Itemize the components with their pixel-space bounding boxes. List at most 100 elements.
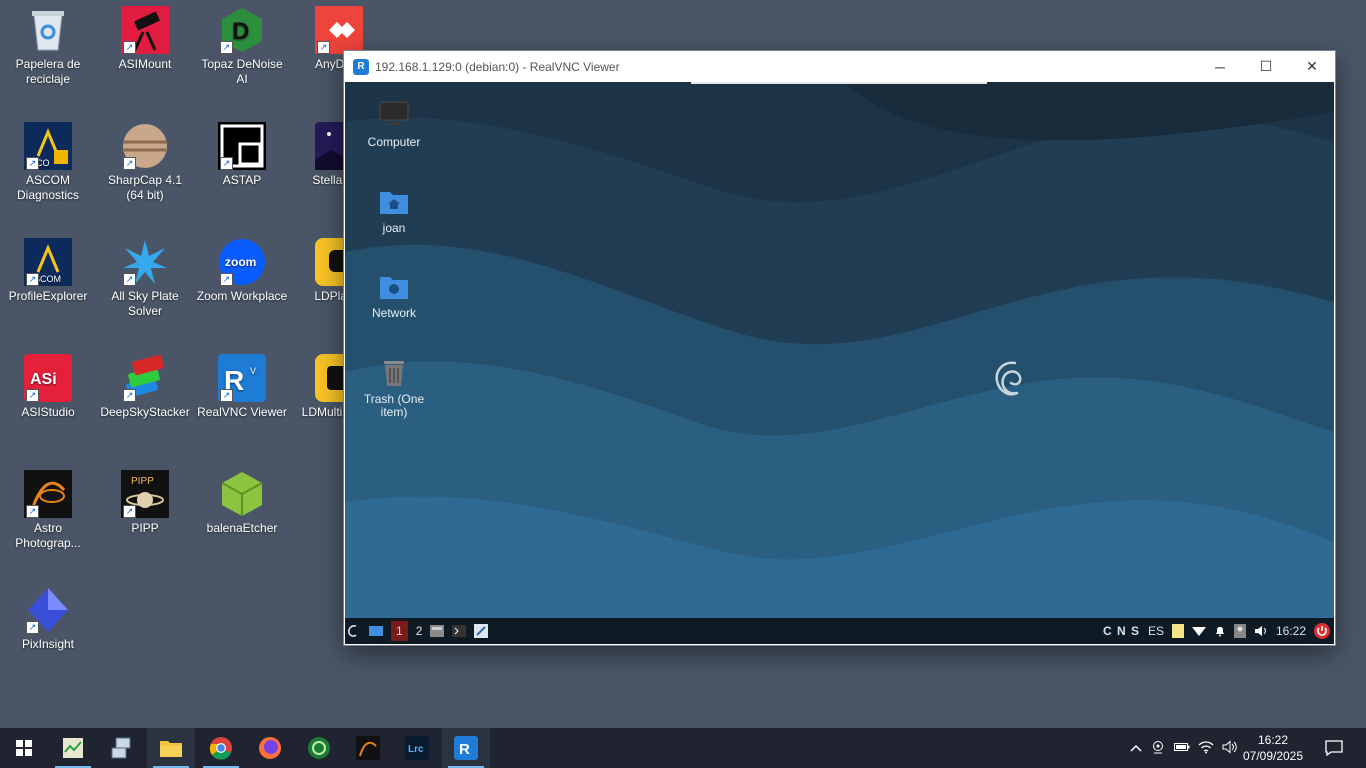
minimize-button[interactable]: ─ xyxy=(1197,51,1243,82)
ascom-diagnostics-icon: SCO ↗ xyxy=(24,122,72,170)
notification-bell-icon[interactable] xyxy=(1214,625,1226,637)
taskbar-chrome[interactable] xyxy=(197,728,245,768)
svg-text:PIPP: PIPP xyxy=(131,476,154,487)
windows-taskbar: Lrc R 16:22 07/09/2025 xyxy=(0,728,1366,768)
desktop-icon-zoom[interactable]: zoom ↗ Zoom Workplace xyxy=(194,238,290,304)
svg-text:D: D xyxy=(232,18,249,45)
svg-text:zoom: zoom xyxy=(225,255,256,269)
windows-logo-icon xyxy=(16,740,32,756)
balena-etcher-icon xyxy=(218,470,266,518)
network-computer-icon xyxy=(111,737,131,759)
keyboard-layout-indicator[interactable]: ES xyxy=(1148,624,1164,638)
show-hidden-icons-chevron-icon[interactable] xyxy=(1126,741,1146,755)
desktop-icon-label: DeepSkyStacker xyxy=(100,405,190,419)
desktop-icon-pipp[interactable]: PIPP ↗ PIPP xyxy=(97,470,193,536)
remote-icon-label: Network xyxy=(371,306,416,320)
maximize-button[interactable]: ☐ xyxy=(1243,51,1289,82)
computer-icon xyxy=(378,100,410,130)
text-editor-launcher-icon[interactable] xyxy=(474,624,489,638)
svg-text:ASi: ASi xyxy=(30,371,57,388)
desktop-icon-deepskystacker[interactable]: ↗ DeepSkyStacker xyxy=(97,354,193,420)
remote-icon-home[interactable]: joan xyxy=(356,186,432,235)
debian-swirl-logo xyxy=(995,361,1022,396)
desktop-icon-sharpcap[interactable]: ↗ SharpCap 4.1 (64 bit) xyxy=(97,122,193,203)
close-button[interactable]: ✕ xyxy=(1289,51,1335,82)
recycle-bin-icon xyxy=(24,6,72,54)
remote-panel-clock[interactable]: 16:22 xyxy=(1276,624,1306,638)
user-icon[interactable] xyxy=(1233,624,1246,638)
webcam-icon[interactable] xyxy=(1146,740,1170,757)
file-manager-launcher-icon[interactable] xyxy=(430,625,445,637)
desktop-icon-label: Papelera de reciclaje xyxy=(15,57,81,86)
remote-top-edge-strip xyxy=(691,82,987,84)
desktop-icon-topaz-denoise[interactable]: D ↗ Topaz DeNoise AI xyxy=(194,6,290,87)
desktop-icon-label: ASIStudio xyxy=(21,405,75,419)
desktop-icon-label: ASIMount xyxy=(118,57,172,71)
wifi-icon[interactable] xyxy=(1191,625,1206,637)
desktop-icon-astap[interactable]: ↗ ASTAP xyxy=(194,122,290,188)
astap-icon: ↗ xyxy=(218,122,266,170)
remote-icon-computer[interactable]: Computer xyxy=(356,100,432,149)
taskbar-network-computer[interactable] xyxy=(98,728,146,768)
debian-menu-icon[interactable] xyxy=(347,624,361,638)
lightroom-classic-icon: Lrc xyxy=(405,736,429,760)
taskbar-file-explorer[interactable] xyxy=(147,728,195,768)
notes-icon[interactable] xyxy=(1171,624,1184,638)
workspace-1-button[interactable]: 1 xyxy=(391,621,408,641)
show-desktop-icon[interactable] xyxy=(369,625,383,637)
desktop-icon-profile-explorer[interactable]: SCOM ↗ ProfileExplorer xyxy=(0,238,96,304)
realvnc-app-icon: R xyxy=(353,58,369,75)
system-tray xyxy=(1126,728,1242,768)
remote-icon-network[interactable]: Network xyxy=(356,271,432,320)
network-folder-icon xyxy=(378,271,410,301)
power-button-icon[interactable] xyxy=(1314,623,1330,639)
zoom-icon: zoom ↗ xyxy=(218,238,266,286)
astro-photography-tool-icon: ↗ xyxy=(24,470,72,518)
notification-center-icon xyxy=(1325,740,1343,756)
realvnc-viewer-window[interactable]: R 192.168.1.129:0 (debian:0) - RealVNC V… xyxy=(343,50,1336,646)
desktop-icon-label: ASCOM Diagnostics xyxy=(16,173,80,202)
start-button[interactable] xyxy=(0,728,48,768)
desktop-icon-label: ProfileExplorer xyxy=(8,289,88,303)
desktop-icon-all-sky-plate-solver[interactable]: ↗ All Sky Plate Solver xyxy=(97,238,193,319)
taskbar-green-app[interactable] xyxy=(295,728,343,768)
realvnc-viewer-icon: RV ↗ xyxy=(218,354,266,402)
lock-keys-indicator: C N S xyxy=(1102,624,1140,638)
desktop-icon-pixinsight[interactable]: ↗ PixInsight xyxy=(0,586,96,652)
volume-icon[interactable] xyxy=(1254,625,1268,637)
taskbar-firefox[interactable] xyxy=(246,728,294,768)
profile-explorer-icon: SCOM ↗ xyxy=(24,238,72,286)
remote-icon-trash[interactable]: Trash (One item) xyxy=(356,357,432,419)
desktop-icon-astro-photography-tool[interactable]: ↗ Astro Photograp... xyxy=(0,470,96,551)
desktop-icon-balena-etcher[interactable]: balenaEtcher xyxy=(194,470,290,536)
taskbar-task-manager[interactable] xyxy=(49,728,97,768)
debian-wallpaper xyxy=(345,82,1334,618)
desktop-icon-ascom-diagnostics[interactable]: SCO ↗ ASCOM Diagnostics xyxy=(0,122,96,203)
taskbar-lightroom-classic[interactable]: Lrc xyxy=(393,728,441,768)
desktop-icon-label: Topaz DeNoise AI xyxy=(201,57,283,86)
taskbar-clock[interactable]: 16:22 07/09/2025 xyxy=(1238,732,1308,764)
window-titlebar[interactable]: R 192.168.1.129:0 (debian:0) - RealVNC V… xyxy=(344,51,1335,82)
desktop-icon-recycle-bin[interactable]: Papelera de reciclaje xyxy=(0,6,96,87)
remote-icon-label: joan xyxy=(382,221,406,235)
desktop-icon-realvnc-viewer[interactable]: RV ↗ RealVNC Viewer xyxy=(194,354,290,420)
topaz-denoise-icon: D ↗ xyxy=(218,6,266,54)
workspace-2-button[interactable]: 2 xyxy=(416,624,423,638)
desktop-icon-label: PIPP xyxy=(131,521,159,535)
wifi-icon[interactable] xyxy=(1194,740,1218,757)
window-title: 192.168.1.129:0 (debian:0) - RealVNC Vie… xyxy=(375,59,620,74)
desktop-icon-label: SharpCap 4.1 (64 bit) xyxy=(107,173,183,202)
terminal-launcher-icon[interactable] xyxy=(452,625,467,637)
svg-text:R: R xyxy=(459,741,470,758)
taskbar-astro-photography-tool[interactable] xyxy=(344,728,392,768)
remote-debian-desktop[interactable]: Computer joan Network Trash (One item) xyxy=(345,82,1334,618)
desktop-icon-asimount[interactable]: ↗ ASIMount xyxy=(97,6,193,72)
desktop-icon-label: All Sky Plate Solver xyxy=(111,289,179,318)
pixinsight-icon: ↗ xyxy=(24,586,72,634)
chrome-icon xyxy=(209,737,232,760)
desktop-icon-asistudio[interactable]: ASi ↗ ASIStudio xyxy=(0,354,96,420)
remote-icon-label: Computer xyxy=(367,135,421,149)
action-center-button[interactable] xyxy=(1310,728,1358,768)
battery-icon[interactable] xyxy=(1170,741,1194,755)
taskbar-realvnc-viewer[interactable]: R xyxy=(442,728,490,768)
